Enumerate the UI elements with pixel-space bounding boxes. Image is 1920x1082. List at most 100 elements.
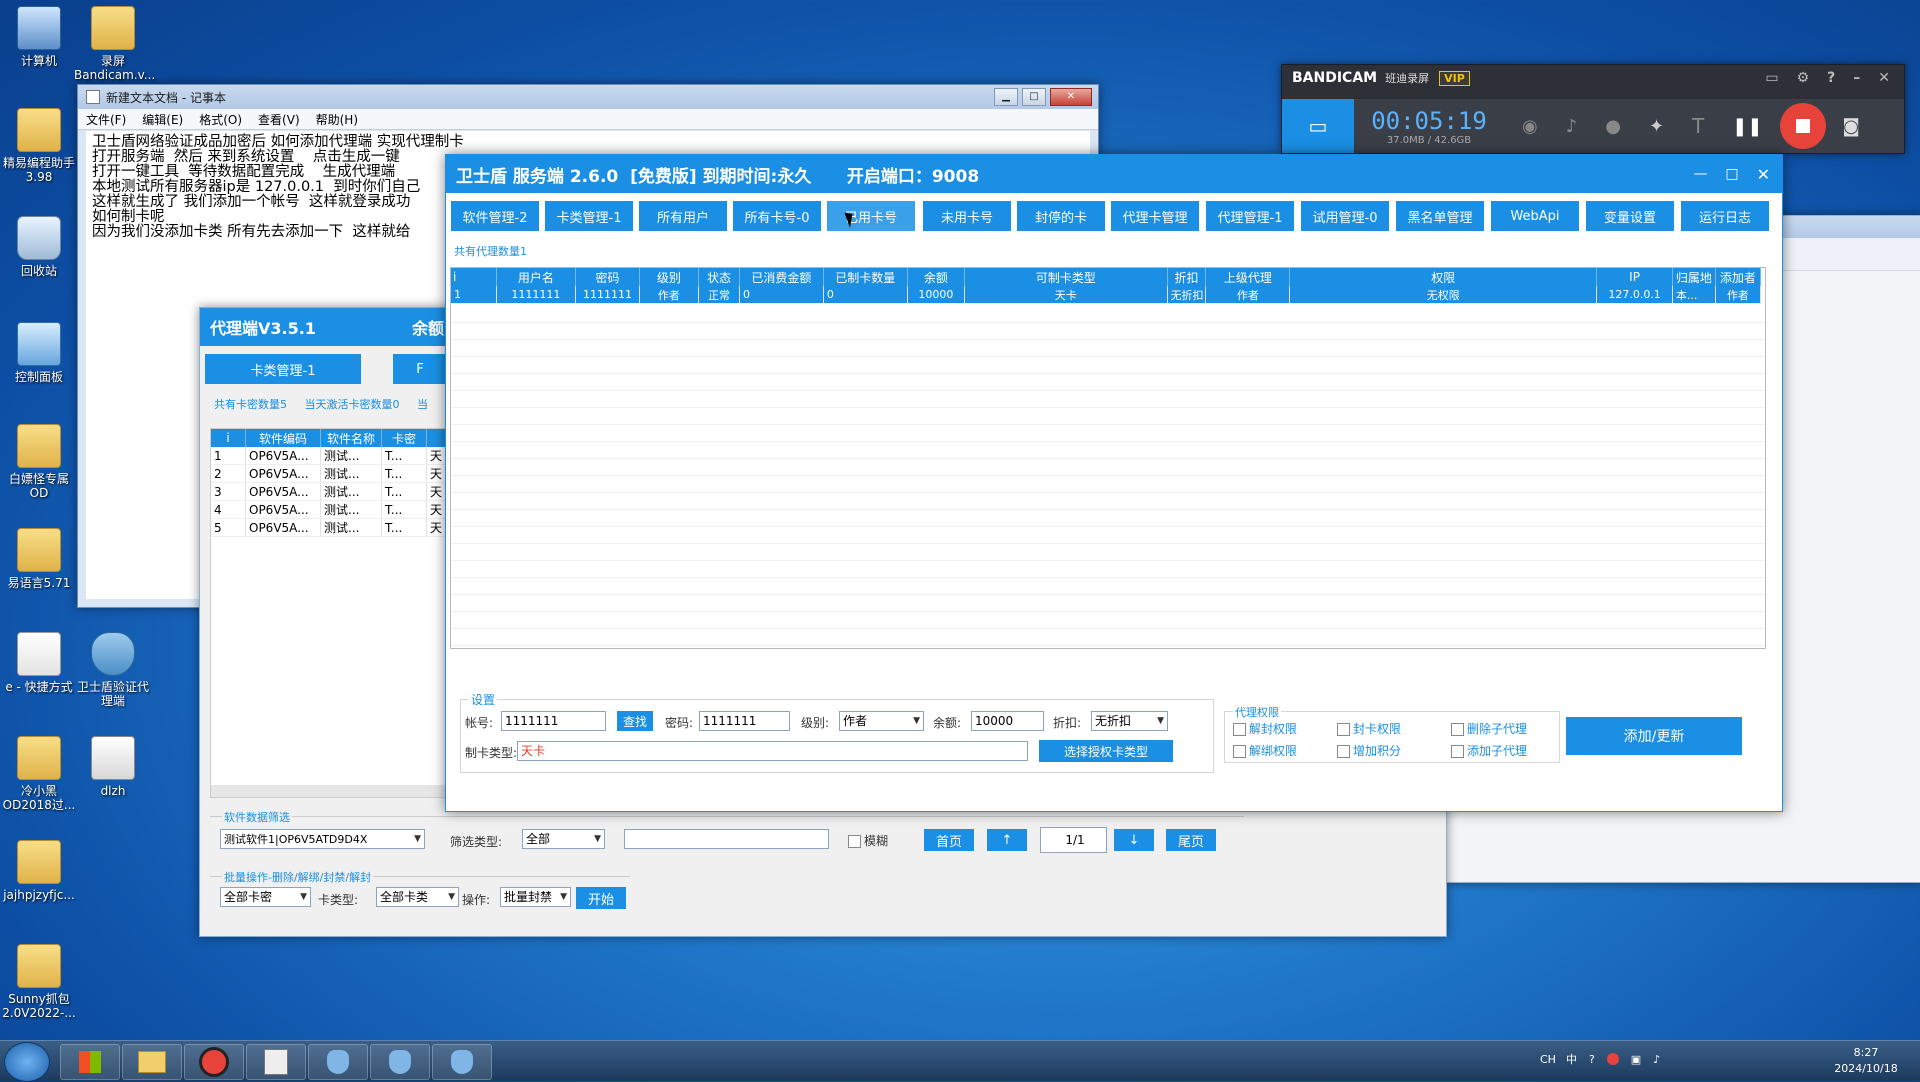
bandicam-window[interactable]: BANDICAM 班迪录屏 VIP ▭ ⚙ ? – ✕ ▭ 00:05:19 3… — [1281, 64, 1905, 154]
batch-card-type-select[interactable]: 全部卡类 ▼ — [376, 887, 459, 907]
microphone-icon[interactable]: ● — [1605, 116, 1621, 137]
desktop-icon-jingyi[interactable]: 精易编程助手 3.98 — [0, 108, 78, 184]
col-status[interactable]: 状态 — [698, 268, 740, 286]
account-input[interactable]: 1111111 — [501, 711, 606, 731]
table-row[interactable]: 1 OP6V5A... 测试... T... 天 — [211, 447, 447, 465]
start-button[interactable] — [4, 1042, 50, 1082]
minimize-button[interactable]: – — [1853, 70, 1860, 86]
col-balance[interactable]: 余额 — [907, 268, 966, 286]
perm-unbind[interactable]: 解绑权限 — [1233, 742, 1297, 759]
add-update-button[interactable]: 添加/更新 — [1566, 717, 1742, 755]
table-row[interactable]: 5 OP6V5A... 测试... T... 天 — [211, 518, 447, 537]
desktop-icon-lengxiaohei[interactable]: 冷小黑 OD2018过... — [0, 736, 78, 812]
discount-select[interactable]: 无折扣 ▼ — [1091, 711, 1168, 731]
help-icon[interactable]: ? — [1827, 70, 1835, 86]
desktop-icon-computer[interactable]: 计算机 — [0, 6, 78, 68]
col-software-code[interactable]: 软件编码 — [245, 429, 321, 447]
webcam-icon[interactable]: ◉ — [1522, 116, 1538, 137]
col-cards-made[interactable]: 已制卡数量 — [823, 268, 908, 286]
clock[interactable]: 8:27 2024/10/18 — [1826, 1045, 1906, 1077]
col-spent[interactable]: 已消费金额 — [739, 268, 824, 286]
close-button[interactable]: ✕ — [1757, 165, 1770, 184]
desktop-icon-jajh[interactable]: jajhpjzyfjc... — [0, 840, 78, 902]
task-shield-3[interactable] — [432, 1044, 492, 1080]
server-window[interactable]: 卫士盾 服务端 2.6.0 [免费版] 到期时间:永久 开启端口：9008 — … — [445, 154, 1783, 812]
tab-all-cards[interactable]: 所有卡号-0 — [733, 201, 821, 231]
cursor-effect-icon[interactable]: ✦ — [1649, 116, 1664, 137]
settings-icon[interactable]: ⚙ — [1797, 70, 1810, 86]
tab-trial[interactable]: 试用管理-0 — [1301, 201, 1389, 231]
tab-agent-manage[interactable]: 代理管理-1 — [1206, 201, 1294, 231]
balance-input[interactable]: 10000 — [971, 711, 1044, 731]
filter-type-select[interactable]: 全部 ▼ — [522, 829, 605, 849]
perm-delete-sub[interactable]: 删除子代理 — [1451, 720, 1527, 737]
col-card-types[interactable]: 可制卡类型 — [964, 268, 1168, 286]
card-type-input[interactable]: 天卡 — [517, 741, 1028, 761]
pause-icon[interactable]: ❚❚ — [1732, 116, 1762, 137]
close-button[interactable]: ✕ — [1050, 88, 1092, 106]
password-input[interactable]: 1111111 — [699, 711, 790, 731]
col-index[interactable]: i — [451, 268, 497, 286]
batch-op-select[interactable]: 批量封禁 ▼ — [500, 887, 571, 907]
ime-indicator[interactable]: CH — [1540, 1053, 1556, 1066]
tab-variables[interactable]: 变量设置 — [1586, 201, 1674, 231]
choose-card-type-button[interactable]: 选择授权卡类型 — [1039, 740, 1173, 762]
col-added-by[interactable]: 添加者 — [1715, 268, 1762, 286]
input-method-icon[interactable]: 中 — [1566, 1051, 1577, 1067]
tab-agent-cards[interactable]: 代理卡管理 — [1111, 201, 1199, 231]
desktop-icon-agent-client[interactable]: 卫士盾验证代 理端 — [74, 632, 152, 708]
text-icon[interactable]: T — [1692, 114, 1704, 138]
last-page-button[interactable]: 尾页 — [1166, 829, 1216, 851]
folder-icon[interactable]: ▭ — [1765, 70, 1778, 86]
desktop-icon-bandicam-folder[interactable]: 录屏 Bandicam.v... — [74, 6, 155, 82]
agent-tab-2[interactable]: F — [393, 354, 447, 384]
desktop-icon-e-shortcut[interactable]: e - 快捷方式 — [0, 632, 78, 694]
close-button[interactable]: ✕ — [1878, 70, 1890, 86]
table-row[interactable]: 3 OP6V5A... 测试... T... 天 — [211, 482, 447, 501]
desktop-icon-recycle-bin[interactable]: 回收站 — [0, 216, 78, 278]
horizontal-scrollbar[interactable] — [211, 785, 447, 797]
task-notepad[interactable] — [246, 1044, 306, 1080]
menu-edit[interactable]: 编辑(E) — [134, 111, 191, 128]
agent-tab-card-class[interactable]: 卡类管理-1 — [205, 354, 361, 384]
task-shield-2[interactable] — [370, 1044, 430, 1080]
tab-software[interactable]: 软件管理-2 — [451, 201, 539, 231]
task-shield-1[interactable] — [308, 1044, 368, 1080]
next-page-button[interactable]: ↓ — [1114, 829, 1154, 851]
maximize-button[interactable]: □ — [1725, 166, 1738, 182]
col-password[interactable]: 密码 — [575, 268, 640, 286]
table-row[interactable]: 1 1111111 1111111 作者 正常 0 0 10000 天卡 无折扣… — [451, 286, 1762, 304]
perm-ban-card[interactable]: 封卡权限 — [1337, 720, 1401, 737]
batch-start-button[interactable]: 开始 — [576, 887, 626, 909]
first-page-button[interactable]: 首页 — [924, 829, 974, 851]
network-icon[interactable]: ▣ — [1631, 1053, 1641, 1066]
record-tray-icon[interactable] — [1606, 1053, 1619, 1065]
tab-logs[interactable]: 运行日志 — [1681, 201, 1769, 231]
menu-format[interactable]: 格式(O) — [191, 111, 250, 128]
menu-view[interactable]: 查看(V) — [250, 111, 308, 128]
stop-record-button[interactable] — [1780, 103, 1827, 149]
desktop-icon-eyuyan[interactable]: 易语言5.71 — [0, 528, 78, 590]
task-bandicam[interactable] — [184, 1044, 244, 1080]
menu-file[interactable]: 文件(F) — [78, 111, 134, 128]
tab-used-cards[interactable]: 已用卡号 — [827, 201, 915, 231]
task-windows-store[interactable] — [60, 1044, 120, 1080]
speaker-icon[interactable]: ♪ — [1566, 116, 1578, 137]
tab-banned-cards[interactable]: 封停的卡 — [1017, 201, 1105, 231]
perm-add-points[interactable]: 增加积分 — [1337, 742, 1401, 759]
screen-mode-button[interactable]: ▭ — [1282, 99, 1354, 153]
desktop-icon-dlzh[interactable]: dlzh — [74, 736, 152, 798]
table-row[interactable]: 2 OP6V5A... 测试... T... 天 — [211, 464, 447, 483]
notepad-titlebar[interactable]: 新建文本文档 - 记事本 ▁ □ ✕ — [78, 85, 1098, 109]
level-select[interactable]: 作者 ▼ — [839, 711, 924, 731]
prev-page-button[interactable]: ↑ — [987, 829, 1027, 851]
screenshot-icon[interactable]: ◙ — [1842, 116, 1859, 137]
col-discount[interactable]: 折扣 — [1167, 268, 1207, 286]
minimize-button[interactable]: ▁ — [994, 88, 1018, 106]
desktop-icon-control-panel[interactable]: 控制面板 — [0, 322, 78, 384]
task-explorer[interactable] — [122, 1044, 182, 1080]
col-software-name[interactable]: 软件名称 — [320, 429, 382, 447]
col-location[interactable]: 归属地 — [1672, 268, 1716, 286]
batch-scope-select[interactable]: 全部卡密 ▼ — [220, 887, 311, 907]
col-permissions[interactable]: 权限 — [1289, 268, 1598, 286]
